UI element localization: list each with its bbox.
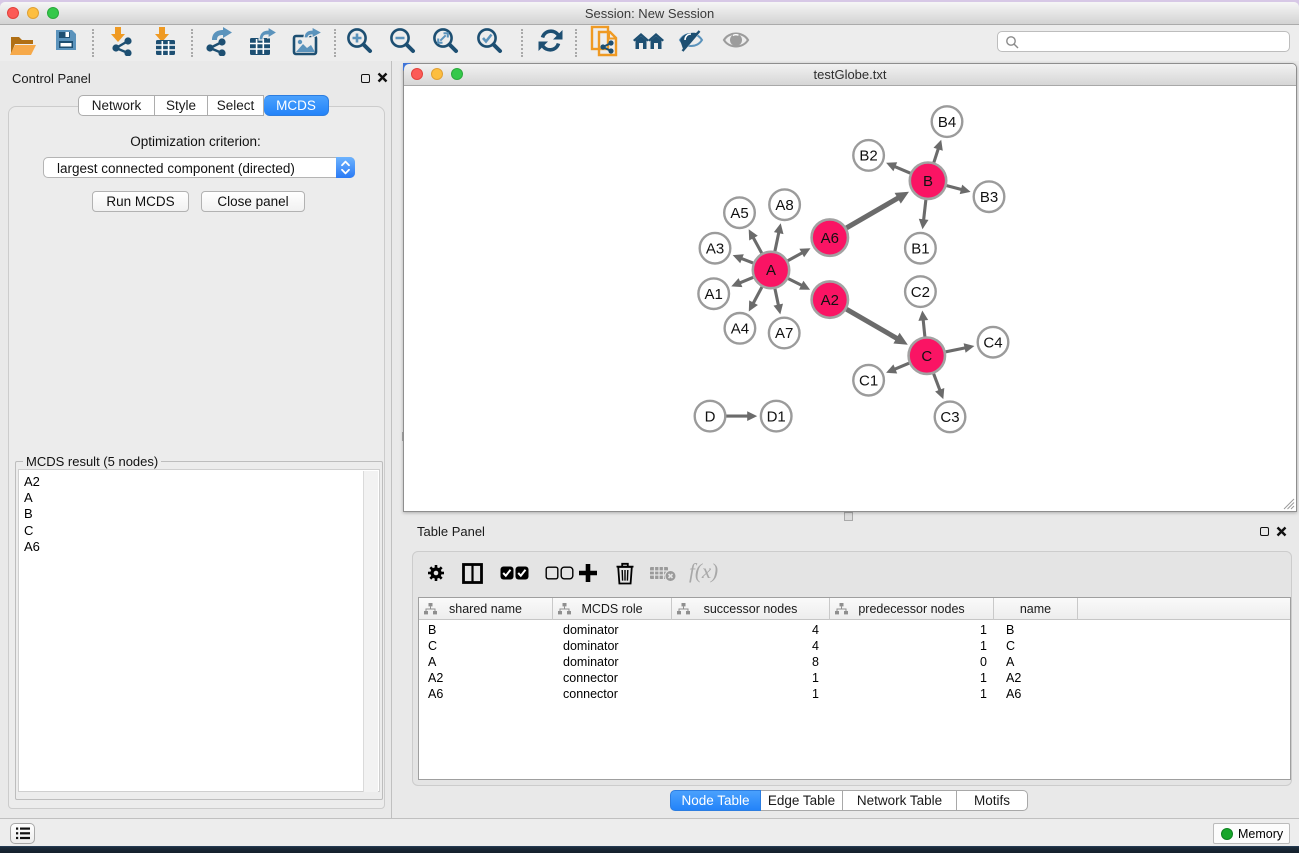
- svg-text:A7: A7: [775, 325, 793, 342]
- svg-text:B3: B3: [980, 189, 998, 206]
- svg-text:A5: A5: [730, 205, 748, 222]
- svg-text:B1: B1: [911, 240, 929, 257]
- svg-text:A6: A6: [821, 230, 839, 247]
- svg-text:A2: A2: [821, 292, 839, 309]
- svg-text:A3: A3: [706, 240, 724, 257]
- svg-text:B4: B4: [938, 114, 956, 131]
- svg-text:A8: A8: [775, 197, 793, 214]
- svg-text:B2: B2: [859, 148, 877, 165]
- svg-text:C3: C3: [940, 409, 959, 426]
- svg-text:A4: A4: [731, 321, 749, 338]
- svg-text:C: C: [921, 348, 932, 365]
- svg-text:C1: C1: [859, 372, 878, 389]
- svg-text:A1: A1: [705, 286, 723, 303]
- svg-text:C2: C2: [911, 284, 930, 301]
- svg-text:B: B: [923, 173, 933, 190]
- svg-text:C4: C4: [983, 334, 1002, 351]
- svg-text:D1: D1: [767, 408, 786, 425]
- svg-text:A: A: [766, 262, 776, 279]
- svg-text:D: D: [705, 408, 716, 425]
